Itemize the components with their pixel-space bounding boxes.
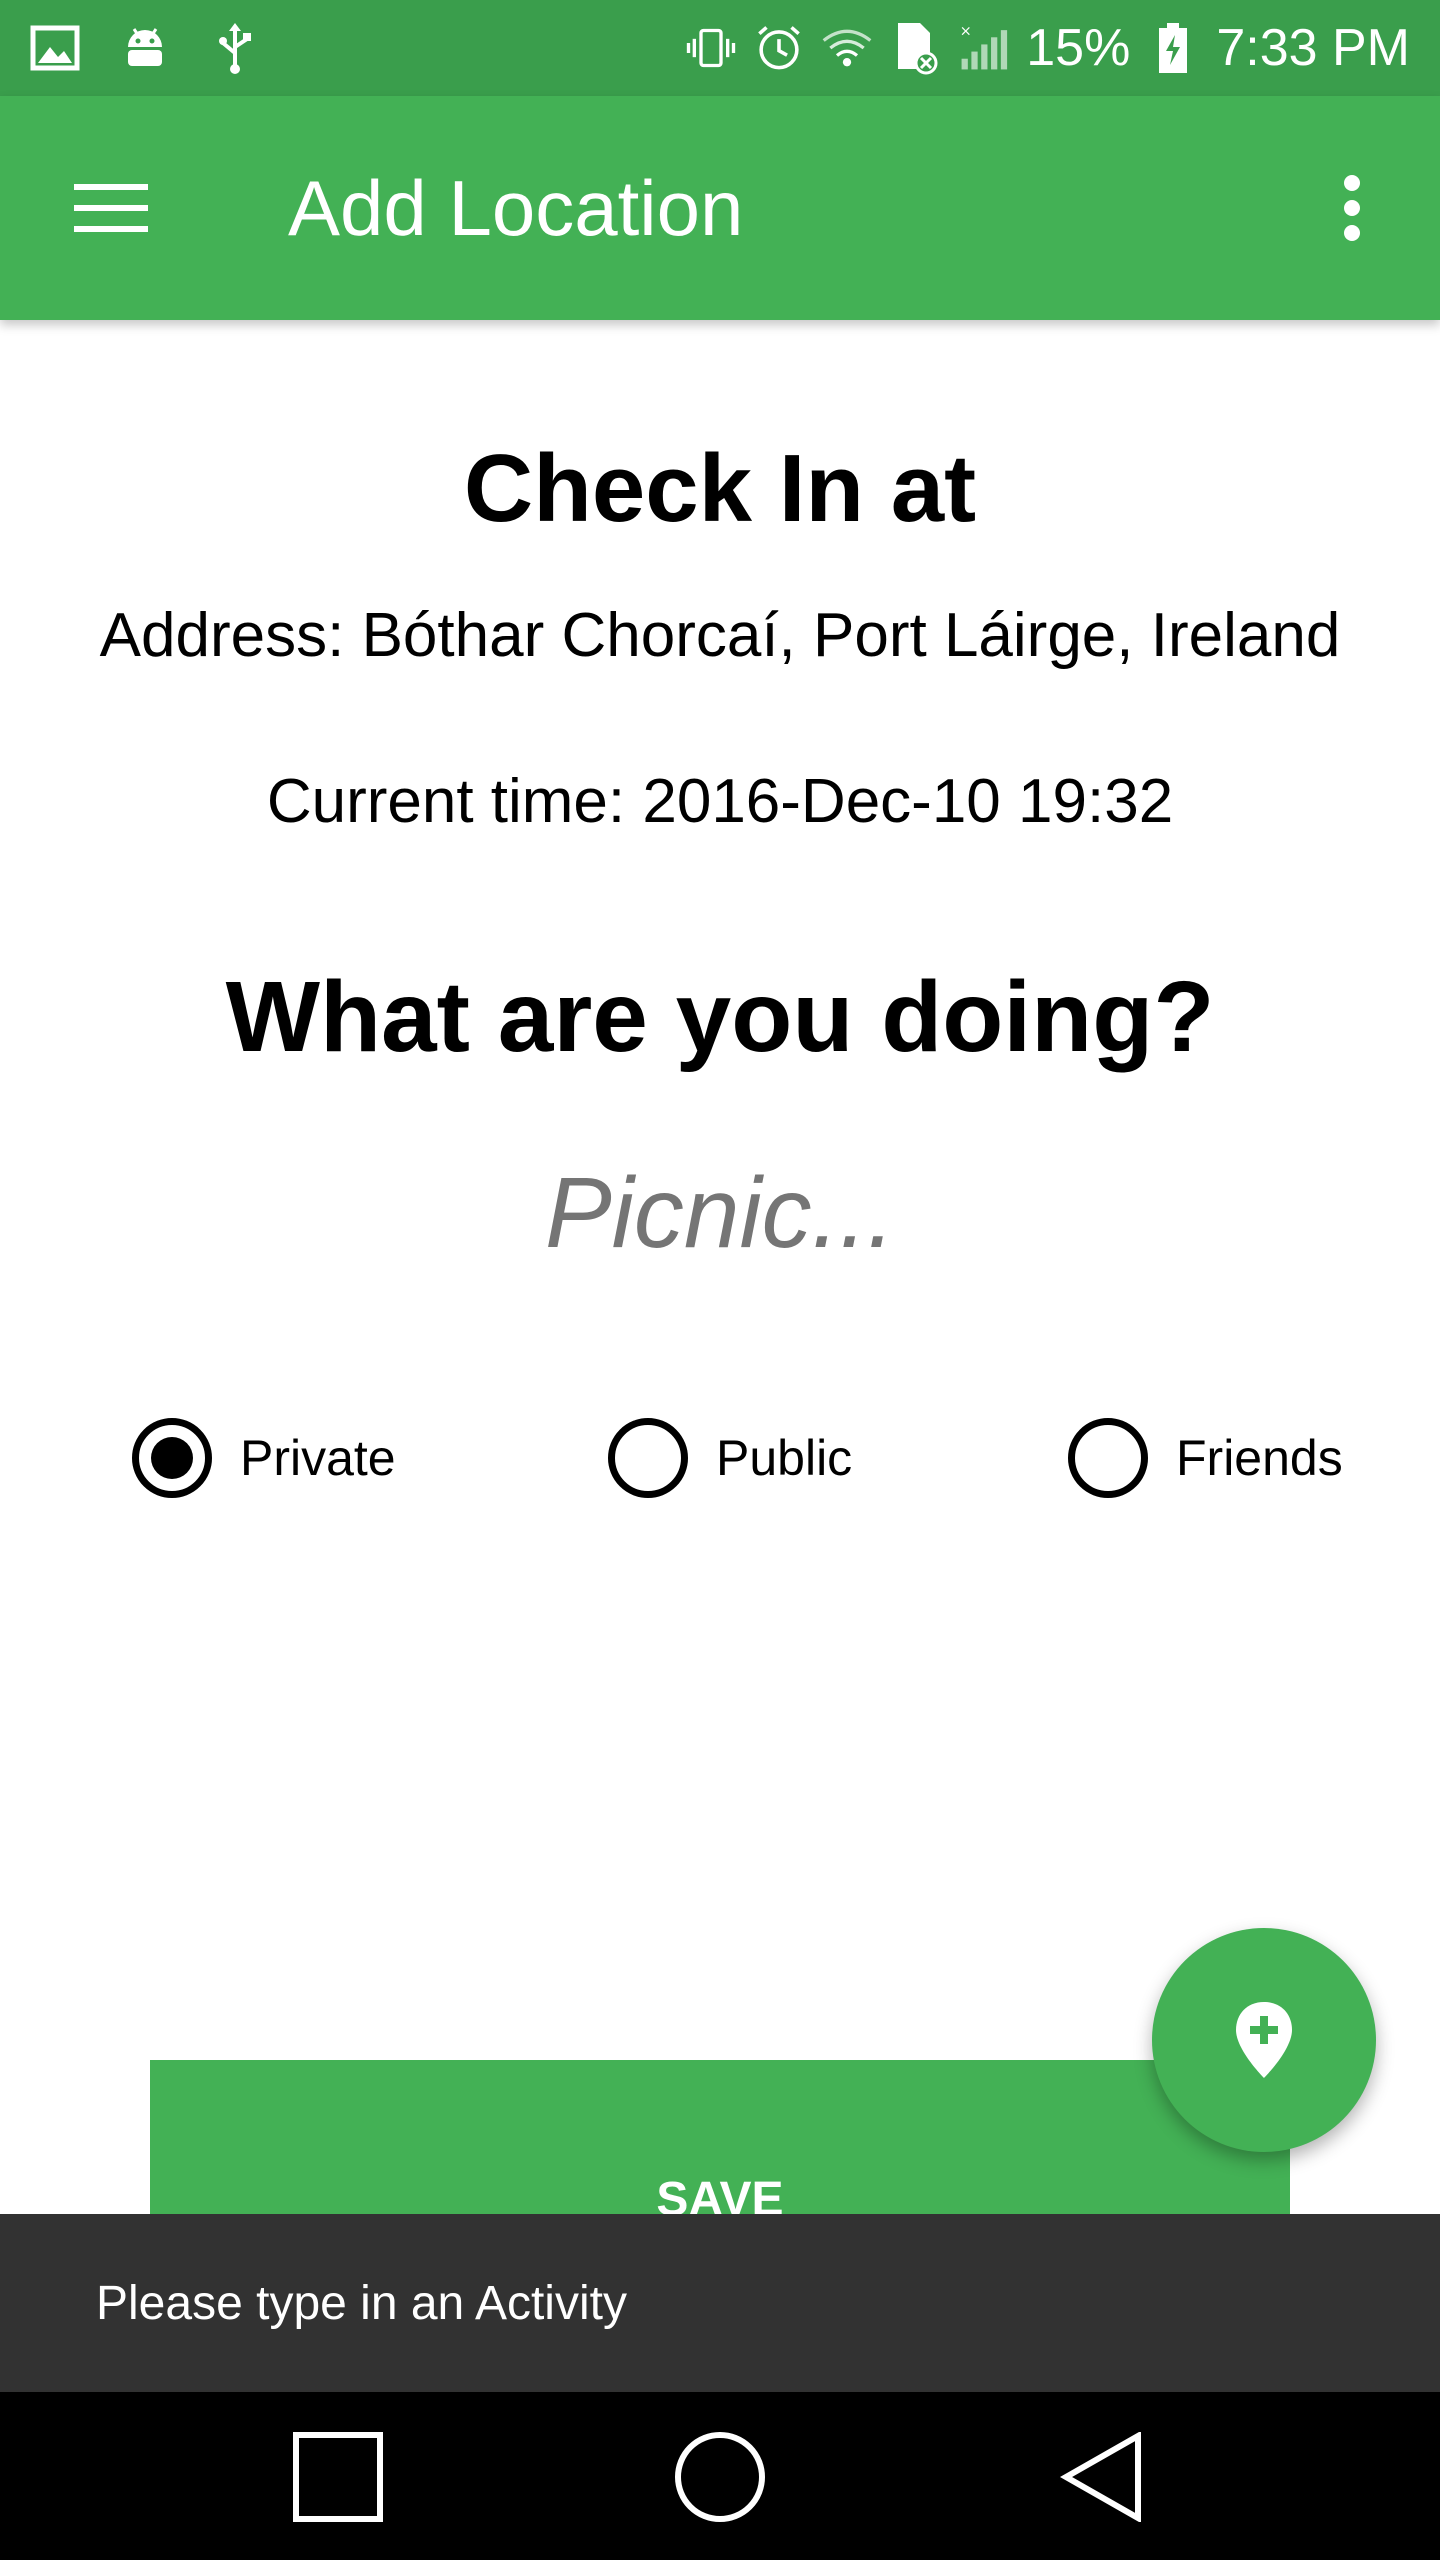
radio-button-unchecked[interactable]	[1068, 1418, 1148, 1498]
recent-apps-button[interactable]	[278, 2422, 398, 2532]
wifi-icon	[822, 23, 872, 73]
back-button[interactable]	[1042, 2422, 1162, 2532]
snackbar: Please type in an Activity	[0, 2214, 1440, 2392]
status-left	[30, 23, 300, 74]
home-circle-icon	[675, 2432, 765, 2522]
signal-icon: ×	[958, 23, 1008, 73]
add-location-icon	[1236, 2002, 1292, 2078]
status-right: × 15% 7:33 PM	[668, 18, 1410, 78]
android-icon	[120, 23, 170, 73]
radio-button-unchecked[interactable]	[608, 1418, 688, 1498]
radio-label-private: Private	[240, 1430, 396, 1486]
battery-percent: 15%	[1026, 19, 1131, 77]
app-toolbar: Add Location	[0, 96, 1440, 320]
more-vert-icon	[1344, 175, 1360, 241]
hamburger-icon	[74, 184, 148, 232]
menu-button[interactable]	[62, 170, 162, 246]
alarm-icon	[754, 23, 804, 73]
save-button[interactable]: SAVE	[150, 2060, 1290, 2230]
sd-card-icon	[890, 23, 940, 75]
check-in-heading: Check In at	[463, 435, 977, 542]
back-triangle-icon	[1060, 2432, 1141, 2522]
toolbar-title: Add Location	[288, 164, 744, 252]
screen: × 15% 7:33 PM Add Location Check In at A…	[0, 0, 1440, 2560]
radio-button-checked[interactable]	[132, 1418, 212, 1498]
snackbar-message: Please type in an Activity	[96, 2276, 627, 2330]
radio-private[interactable]: Private	[132, 1418, 396, 1498]
overflow-menu-button[interactable]	[1320, 170, 1384, 246]
radio-label-public: Public	[716, 1430, 853, 1486]
svg-text:×: ×	[960, 24, 972, 40]
activity-question: What are you doing?	[225, 961, 1215, 1073]
battery-charging-icon	[1148, 23, 1198, 73]
recent-apps-icon	[293, 2432, 383, 2522]
radio-friends[interactable]: Friends	[1068, 1418, 1343, 1498]
radio-label-friends: Friends	[1176, 1430, 1343, 1486]
activity-input[interactable]	[320, 1148, 1120, 1278]
vibrate-icon	[686, 23, 736, 73]
add-location-fab[interactable]	[1152, 1928, 1376, 2152]
status-bar: × 15% 7:33 PM	[0, 0, 1440, 96]
current-time-text: Current time: 2016-Dec-10 19:32	[266, 767, 1174, 836]
clock: 7:33 PM	[1216, 19, 1410, 77]
address-text: Address: Bóthar Chorcaí, Port Láirge, Ir…	[99, 601, 1341, 670]
radio-public[interactable]: Public	[608, 1418, 852, 1498]
gallery-icon	[30, 23, 80, 73]
navigation-bar	[0, 2392, 1440, 2560]
radio-dot	[151, 1437, 193, 1479]
home-button[interactable]	[660, 2422, 780, 2532]
usb-icon	[210, 23, 260, 74]
